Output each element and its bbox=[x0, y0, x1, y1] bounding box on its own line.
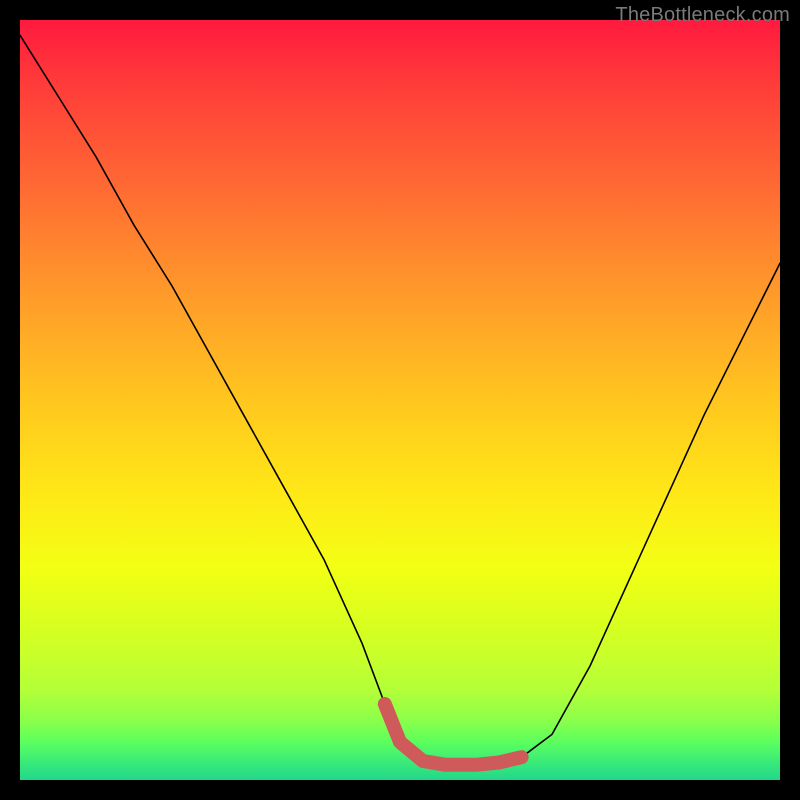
optimal-region-marker bbox=[385, 704, 522, 765]
plot-area bbox=[20, 20, 780, 780]
chart-svg bbox=[20, 20, 780, 780]
watermark-text: TheBottleneck.com bbox=[615, 4, 790, 27]
chart-frame: TheBottleneck.com bbox=[0, 0, 800, 800]
bottleneck-curve bbox=[20, 35, 780, 765]
